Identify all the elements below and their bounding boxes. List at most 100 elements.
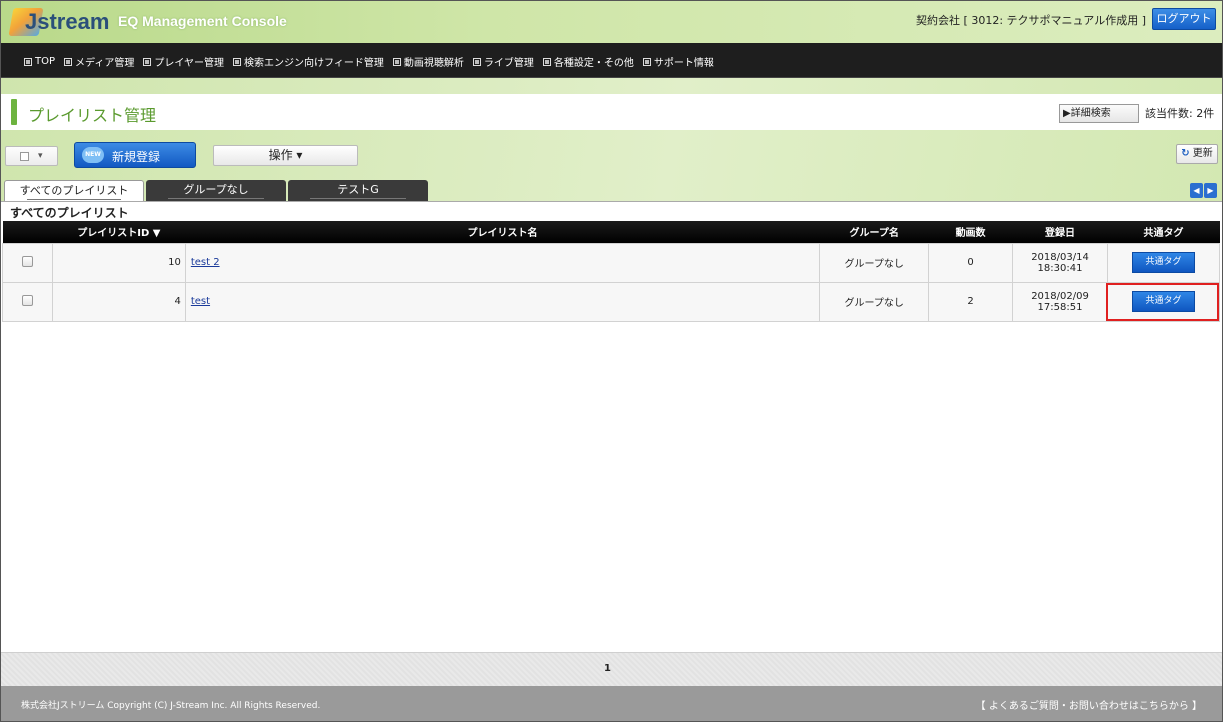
contract-info: 契約会社 [ 3012: テクサポマニュアル作成用 ] bbox=[916, 14, 1146, 27]
col-video-count: 動画数 bbox=[928, 221, 1013, 243]
registered-date: 2018/03/14 bbox=[1031, 251, 1089, 263]
nav-item-top[interactable]: TOP bbox=[24, 54, 55, 69]
registered-time: 17:58:51 bbox=[1037, 301, 1083, 313]
nav-item-feed[interactable]: 検索エンジン向けフィード管理 bbox=[233, 54, 384, 69]
nav-bullet-icon bbox=[542, 57, 551, 66]
nav-item-analytics[interactable]: 動画視聴解析 bbox=[392, 54, 464, 69]
tab-label: グループなし bbox=[183, 183, 249, 196]
jstream-logo[interactable]: Jstream bbox=[8, 7, 110, 37]
nav-item-label: プレイヤー管理 bbox=[154, 58, 225, 69]
footer: 株式会社Jストリーム Copyright (C) J-Stream Inc. A… bbox=[1, 686, 1222, 721]
logo-text: Jstream bbox=[25, 9, 110, 34]
nav-item-label: サポート情報 bbox=[653, 58, 714, 69]
tab-underline bbox=[310, 198, 406, 199]
registered-time: 18:30:41 bbox=[1037, 262, 1083, 274]
header: Jstream EQ Management Console 契約会社 [ 301… bbox=[1, 1, 1222, 43]
row-checkbox-cell bbox=[2, 281, 53, 322]
hit-count: 該当件数: 2件 bbox=[1145, 107, 1215, 120]
operations-dropdown[interactable]: 操作 ▾ bbox=[213, 145, 358, 166]
col-playlist-id[interactable]: プレイリストID ▼ bbox=[52, 221, 186, 243]
main-nav: TOP メディア管理 プレイヤー管理 検索エンジン向けフィード管理 動画視聴解析… bbox=[1, 43, 1222, 78]
nav-item-player[interactable]: プレイヤー管理 bbox=[143, 54, 224, 69]
table-row: 4 test グループなし 2 2018/02/09 17:58:51 共通タグ bbox=[2, 281, 1221, 322]
list-heading: すべてのプレイリスト bbox=[10, 206, 129, 220]
video-count: 2 bbox=[928, 281, 1014, 322]
tab-label: テストG bbox=[337, 183, 379, 196]
common-tag-button[interactable]: 共通タグ bbox=[1131, 252, 1195, 273]
nav-item-label: 動画視聴解析 bbox=[403, 58, 464, 69]
nav-bullet-icon bbox=[392, 57, 401, 66]
list-heading-bar: すべてのプレイリスト bbox=[1, 201, 1222, 221]
nav-item-label: 検索エンジン向けフィード管理 bbox=[244, 58, 384, 69]
pagination: 1 bbox=[1, 652, 1222, 686]
new-register-button[interactable]: NEW 新規登録 bbox=[74, 142, 196, 168]
group-name: グループなし bbox=[819, 242, 930, 283]
nav-item-support[interactable]: サポート情報 bbox=[642, 54, 714, 69]
tab-label: すべてのプレイリスト bbox=[19, 184, 129, 197]
new-badge-icon: NEW bbox=[82, 147, 104, 163]
title-accent bbox=[11, 99, 17, 125]
tab-test-group[interactable]: テストG bbox=[288, 180, 428, 201]
refresh-button[interactable]: ↻ 更新 bbox=[1176, 144, 1218, 164]
playlist-id: 4 bbox=[51, 281, 186, 322]
playlist-name-cell: test 2 bbox=[184, 242, 821, 283]
refresh-icon: ↻ bbox=[1181, 148, 1190, 159]
nav-bullet-icon bbox=[642, 57, 651, 66]
nav-item-live[interactable]: ライブ管理 bbox=[472, 54, 534, 69]
logout-button[interactable]: ログアウト bbox=[1152, 8, 1216, 30]
row-checkbox[interactable] bbox=[21, 255, 33, 267]
tab-next-icon[interactable]: ▶ bbox=[1204, 183, 1217, 198]
tab-scroll-controls: ◀ ▶ bbox=[1190, 183, 1217, 198]
nav-bullet-icon bbox=[472, 57, 481, 66]
video-count: 0 bbox=[928, 242, 1014, 283]
nav-bullet-icon bbox=[143, 57, 152, 66]
playlist-name-link[interactable]: test bbox=[191, 296, 210, 307]
select-all-checkbox-icon bbox=[20, 152, 29, 161]
row-checkbox-cell bbox=[2, 242, 53, 283]
group-name: グループなし bbox=[819, 281, 930, 322]
chevron-down-icon: ▾ bbox=[38, 151, 43, 161]
faq-contact-link[interactable]: 【 よくあるご質問・お問い合わせはこちらから 】 bbox=[976, 697, 1202, 712]
playlist-table: プレイリストID ▼ プレイリスト名 グループ名 動画数 登録日 共通タグ 10… bbox=[2, 221, 1221, 322]
nav-bullet-icon bbox=[233, 57, 242, 66]
nav-item-label: ライブ管理 bbox=[483, 58, 534, 69]
detail-search-button[interactable]: ▶詳細検索 bbox=[1059, 104, 1139, 123]
console-title: EQ Management Console bbox=[118, 13, 287, 29]
nav-item-label: TOP bbox=[35, 56, 56, 67]
nav-bullet-icon bbox=[64, 57, 73, 66]
playlist-name-cell: test bbox=[184, 281, 821, 322]
tab-all-playlists[interactable]: すべてのプレイリスト bbox=[4, 180, 144, 202]
copyright-text: 株式会社Jストリーム Copyright (C) J-Stream Inc. A… bbox=[21, 701, 321, 711]
page-title-bar: プレイリスト管理 ▶詳細検索 該当件数: 2件 bbox=[1, 94, 1222, 130]
registered-date: 2018/02/09 bbox=[1031, 290, 1089, 302]
tab-no-group[interactable]: グループなし bbox=[146, 180, 286, 201]
nav-item-media[interactable]: メディア管理 bbox=[64, 54, 134, 69]
page-title: プレイリスト管理 bbox=[28, 106, 157, 125]
col-playlist-name: プレイリスト名 bbox=[185, 221, 820, 243]
nav-item-label: メディア管理 bbox=[75, 58, 135, 69]
col-registered-date: 登録日 bbox=[1012, 221, 1108, 243]
page-number-current[interactable]: 1 bbox=[604, 663, 611, 674]
col-common-tag: 共通タグ bbox=[1107, 221, 1220, 243]
new-register-label: 新規登録 bbox=[112, 150, 161, 164]
col-group-name: グループ名 bbox=[819, 221, 929, 243]
table-row: 10 test 2 グループなし 0 2018/03/14 18:30:41 共通… bbox=[2, 242, 1221, 283]
bulk-select-dropdown[interactable]: ▾ bbox=[5, 146, 58, 166]
refresh-label: 更新 bbox=[1192, 148, 1213, 159]
playlist-tabs: すべてのプレイリスト グループなし テストG bbox=[4, 180, 428, 202]
common-tag-cell: 共通タグ bbox=[1106, 242, 1221, 283]
row-checkbox[interactable] bbox=[21, 294, 33, 306]
playlist-name-link[interactable]: test 2 bbox=[191, 257, 220, 268]
registered-date-cell: 2018/02/09 17:58:51 bbox=[1012, 281, 1108, 322]
nav-bullet-icon bbox=[24, 57, 32, 66]
col-select bbox=[2, 221, 53, 243]
nav-item-label: 各種設定・その他 bbox=[553, 58, 634, 69]
tab-underline bbox=[168, 198, 264, 199]
nav-item-settings[interactable]: 各種設定・その他 bbox=[542, 54, 634, 69]
registered-date-cell: 2018/03/14 18:30:41 bbox=[1012, 242, 1108, 283]
app-frame: Jstream EQ Management Console 契約会社 [ 301… bbox=[0, 0, 1223, 722]
tab-prev-icon[interactable]: ◀ bbox=[1190, 183, 1203, 198]
highlight-annotation bbox=[1106, 283, 1219, 321]
playlist-id: 10 bbox=[51, 242, 186, 283]
tab-underline bbox=[27, 199, 121, 200]
